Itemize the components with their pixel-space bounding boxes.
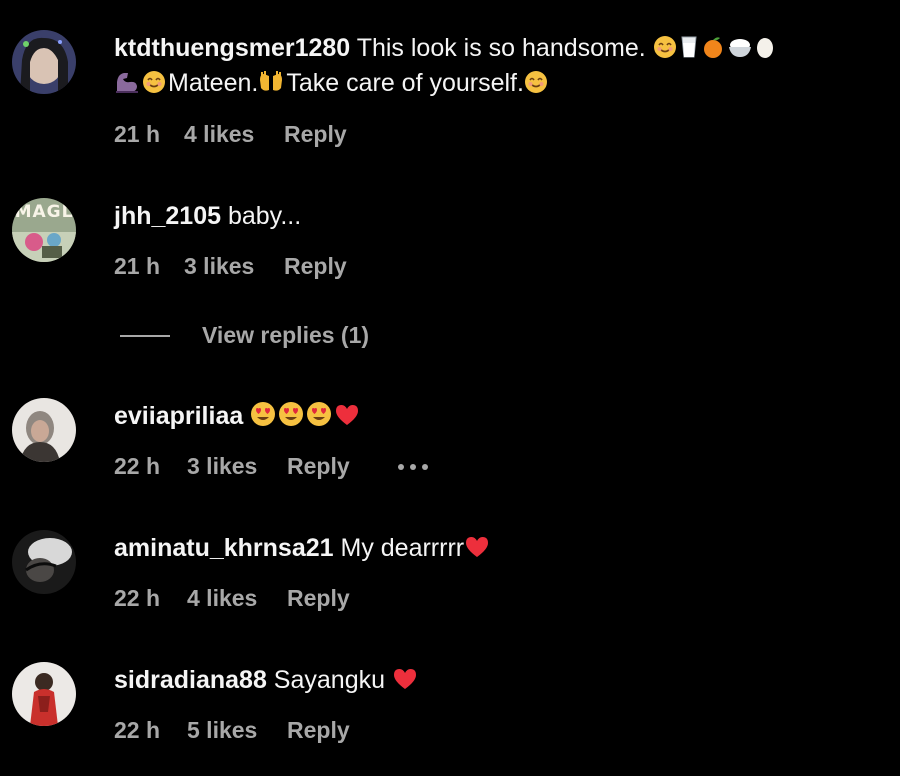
open-hands-icon bbox=[258, 70, 284, 94]
comment-likes[interactable]: 5 likes bbox=[187, 715, 257, 745]
avatar[interactable] bbox=[12, 398, 76, 462]
comment-body: My dearrrrr bbox=[333, 534, 465, 562]
comment-username[interactable]: ktdthuengsmer1280 bbox=[114, 34, 350, 62]
avatar[interactable] bbox=[12, 662, 76, 726]
comment-username[interactable]: aminatu_khrnsa21 bbox=[114, 534, 334, 562]
comment-body bbox=[243, 402, 250, 430]
comment-username[interactable]: sidradiana88 bbox=[114, 666, 267, 694]
flexed-biceps-icon bbox=[114, 70, 140, 94]
heart-eyes-icon bbox=[250, 401, 276, 427]
avatar[interactable] bbox=[12, 530, 76, 594]
comment-text: aminatu_khrnsa21 My dearrrrr bbox=[114, 531, 492, 566]
comment-time: 21 h bbox=[114, 253, 161, 279]
comment-body-part: Take care of yourself. bbox=[286, 69, 524, 97]
comment-likes[interactable]: 3 likes bbox=[187, 451, 257, 481]
more-options-icon[interactable] bbox=[396, 451, 430, 488]
comment-likes[interactable]: 4 likes bbox=[184, 119, 254, 149]
smiling-face-icon bbox=[142, 70, 166, 94]
reply-button[interactable]: Reply bbox=[287, 715, 350, 745]
smiling-face-icon bbox=[524, 70, 548, 94]
comment-body: Sayangku bbox=[266, 666, 392, 694]
comment-text-continued: Mateen. Take care of yourself. bbox=[114, 66, 550, 101]
avatar[interactable]: MAGL bbox=[12, 198, 76, 262]
tangerine-icon bbox=[701, 35, 725, 59]
comment-text: ktdthuengsmer1280 This look is so handso… bbox=[114, 31, 777, 66]
red-heart-icon bbox=[334, 403, 360, 427]
comment-text: sidradiana88 Sayangku bbox=[114, 663, 420, 698]
comment-time: 22 h bbox=[114, 717, 161, 743]
comment-body: This look is so handsome. bbox=[350, 34, 646, 62]
comment-text: eviiapriliaa bbox=[114, 399, 362, 434]
glass-of-milk-icon bbox=[679, 35, 699, 59]
comment-time: 22 h bbox=[114, 585, 161, 611]
avatar-text: MAGL bbox=[14, 202, 74, 222]
reply-button[interactable]: Reply bbox=[287, 451, 350, 481]
rice-bowl-icon bbox=[727, 35, 753, 59]
red-heart-icon bbox=[464, 535, 490, 559]
comment-time: 22 h bbox=[114, 453, 161, 479]
avatar[interactable] bbox=[12, 30, 76, 94]
comment-body-part: Mateen. bbox=[168, 69, 259, 97]
comment-likes[interactable]: 4 likes bbox=[187, 583, 257, 613]
comment-username[interactable]: jhh_2105 bbox=[114, 202, 221, 230]
reply-button[interactable]: Reply bbox=[287, 583, 350, 613]
comment-text: jhh_2105 baby... bbox=[114, 199, 301, 234]
comment-username[interactable]: eviiapriliaa bbox=[114, 402, 243, 430]
reply-button[interactable]: Reply bbox=[284, 251, 347, 281]
view-replies-label: View replies (1) bbox=[202, 322, 370, 348]
red-heart-icon bbox=[392, 667, 418, 691]
egg-icon bbox=[755, 35, 775, 59]
heart-eyes-icon bbox=[306, 401, 332, 427]
view-replies-divider bbox=[120, 335, 170, 337]
comment-likes[interactable]: 3 likes bbox=[184, 251, 254, 281]
smiling-face-icon bbox=[653, 35, 677, 59]
reply-button[interactable]: Reply bbox=[284, 119, 347, 149]
comment-body: baby... bbox=[221, 202, 302, 230]
heart-eyes-icon bbox=[278, 401, 304, 427]
comment-time: 21 h bbox=[114, 121, 161, 147]
